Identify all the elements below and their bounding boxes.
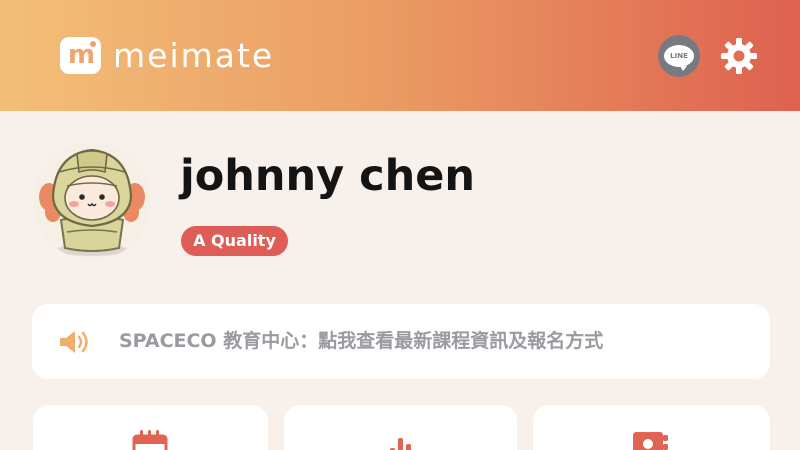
line-button[interactable]: LINE [658, 35, 700, 77]
app-header: m meimate LINE [0, 0, 800, 111]
chart-icon [390, 438, 411, 450]
card-contacts[interactable] [533, 405, 770, 450]
card-calendar[interactable] [33, 405, 268, 450]
quality-badge: A Quality [181, 226, 288, 256]
logo-icon: m [60, 37, 101, 74]
mascot-avatar-icon [39, 148, 145, 256]
card-chart[interactable] [284, 405, 517, 450]
brand-logo[interactable]: m meimate [60, 37, 274, 74]
user-avatar[interactable] [33, 142, 151, 260]
contacts-book-icon [633, 432, 668, 450]
speaker-icon [60, 331, 88, 353]
line-label: LINE [670, 52, 688, 60]
announcement-bar[interactable]: SPACECO 教育中心：點我查看最新課程資訊及報名方式 [32, 304, 770, 379]
line-icon: LINE [664, 45, 694, 71]
brand-name: meimate [113, 36, 275, 75]
user-name: johnny chen [180, 151, 475, 201]
settings-gear-icon[interactable] [720, 37, 758, 75]
announcement-text: SPACECO 教育中心：點我查看最新課程資訊及報名方式 [119, 330, 604, 352]
calendar-icon [132, 430, 168, 450]
